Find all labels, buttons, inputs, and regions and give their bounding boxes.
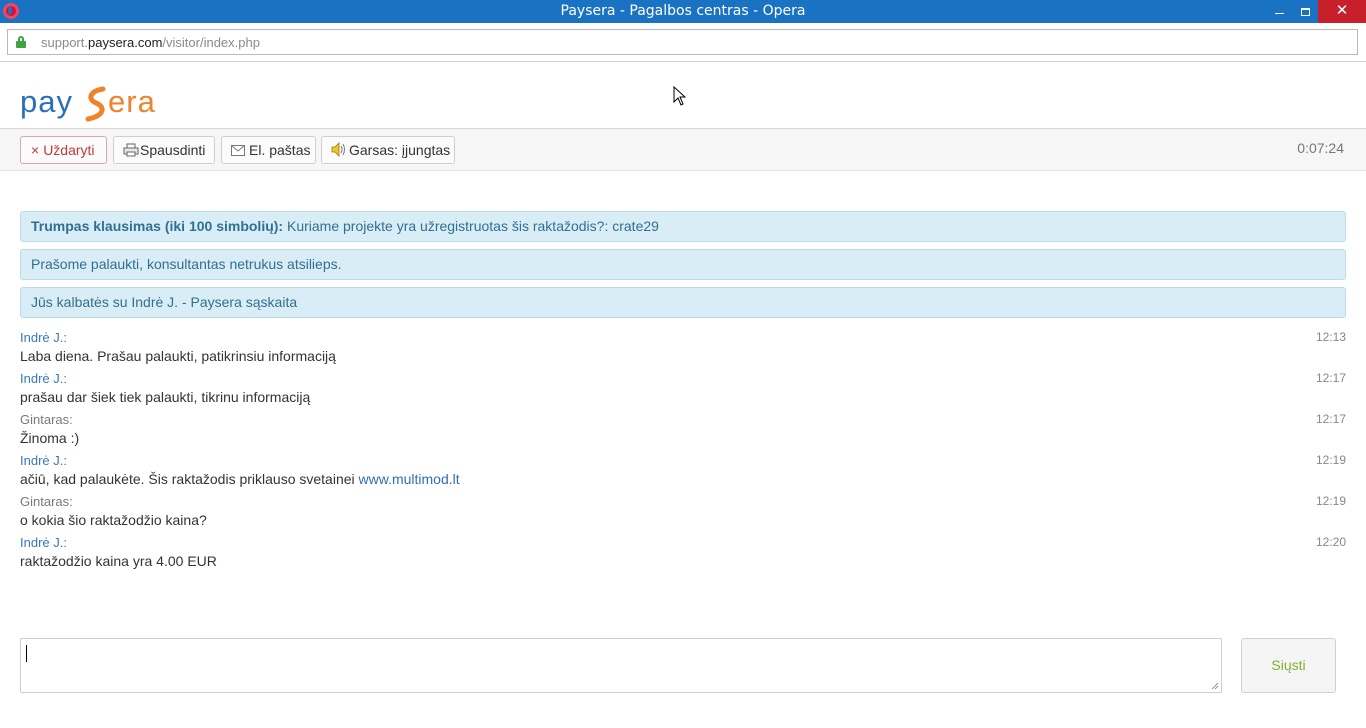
chat-message: Indrė J.: 12:20 raktažodžio kaina yra 4.… (20, 535, 1346, 575)
website-link[interactable]: www.multimod.lt (359, 471, 460, 487)
address-bar: support.paysera.com/visitor/index.php (0, 23, 1366, 62)
send-button[interactable]: Siųsti (1241, 638, 1336, 693)
window-titlebar: Paysera - Pagalbos centras - Opera ✕ (0, 0, 1366, 23)
chat-message: Indrė J.: 12:17 prašau dar šiek tiek pal… (20, 371, 1346, 411)
url-path: /visitor/index.php (162, 35, 260, 50)
question-info: Trumpas klausimas (iki 100 simbolių): Ku… (20, 211, 1346, 242)
url-prefix: support. (41, 35, 88, 50)
chat-message: Indrė J.: 12:13 Laba diena. Prašau palau… (20, 330, 1346, 370)
minimize-button[interactable] (1266, 0, 1292, 23)
text-caret (26, 645, 27, 662)
chat-message: Gintaras: 12:19 o kokia šio raktažodžio … (20, 494, 1346, 534)
message-author: Indrė J.: (20, 453, 67, 468)
lock-icon[interactable] (16, 36, 26, 48)
message-author: Gintaras: (20, 494, 73, 509)
connected-info: Jūs kalbatės su Indrė J. - Paysera sąska… (20, 287, 1346, 318)
url-domain: paysera.com (87, 35, 163, 50)
print-button[interactable]: Spausdinti (113, 136, 215, 164)
envelope-icon (231, 145, 245, 156)
window-close-button[interactable]: ✕ (1318, 0, 1366, 23)
question-label: Trumpas klausimas (iki 100 simbolių): (31, 218, 284, 234)
mouse-cursor-icon (673, 86, 687, 106)
email-label: El. paštas (249, 142, 311, 158)
message-text: Žinoma :) (20, 430, 80, 446)
message-time: 12:17 (1315, 412, 1346, 426)
resize-grip-icon[interactable] (1211, 682, 1219, 690)
chat-message: Indrė J.: 12:19 ačiū, kad palaukėte. Šis… (20, 453, 1346, 493)
close-chat-button[interactable]: × Uždaryti (20, 136, 107, 164)
printer-icon (123, 143, 139, 157)
close-chat-label: Uždaryti (43, 142, 95, 158)
message-text: ačiū, kad palaukėte. Šis raktažodis prik… (20, 471, 460, 487)
restore-button[interactable] (1292, 0, 1318, 23)
chat-timer: 0:07:24 (1297, 140, 1344, 156)
message-author: Gintaras: (20, 412, 73, 427)
message-text: o kokia šio raktažodžio kaina? (20, 512, 207, 528)
message-author: Indrė J.: (20, 330, 67, 345)
waiting-info: Prašome palaukti, konsultantas netrukus … (20, 249, 1346, 280)
print-label: Spausdinti (140, 142, 206, 158)
sound-label: Garsas: įjungtas (349, 142, 451, 158)
chat-message: Gintaras: 12:17 Žinoma :) (20, 412, 1346, 452)
svg-text:era: era (108, 85, 156, 119)
window-title: Paysera - Pagalbos centras - Opera (560, 3, 806, 19)
url-field[interactable]: support.paysera.com/visitor/index.php (7, 29, 1358, 55)
speaker-icon (331, 142, 345, 157)
svg-text:pay: pay (20, 85, 73, 119)
message-text-body: ačiū, kad palaukėte. Šis raktažodis prik… (20, 471, 359, 487)
message-author: Indrė J.: (20, 535, 67, 550)
paysera-logo[interactable]: pay era (20, 85, 172, 123)
close-icon: × (31, 142, 40, 158)
url-text[interactable]: support.paysera.com/visitor/index.php (41, 35, 260, 50)
message-text: raktažodžio kaina yra 4.00 EUR (20, 553, 217, 569)
restore-icon (1300, 7, 1310, 16)
minimize-icon (1274, 13, 1284, 15)
message-text: prašau dar šiek tiek palaukti, tikrinu i… (20, 389, 311, 405)
message-author: Indrė J.: (20, 371, 67, 386)
message-time: 12:19 (1315, 453, 1346, 467)
email-button[interactable]: El. paštas (221, 136, 316, 164)
message-text: Laba diena. Prašau palaukti, patikrinsiu… (20, 348, 336, 364)
message-time: 12:19 (1315, 494, 1346, 508)
message-time: 12:20 (1315, 535, 1346, 549)
sound-toggle-button[interactable]: Garsas: įjungtas (321, 136, 455, 164)
message-time: 12:17 (1315, 371, 1346, 385)
question-text: Kuriame projekte yra užregistruotas šis … (283, 218, 659, 234)
chat-toolbar: × Uždaryti Spausdinti El. paštas Garsas: … (0, 129, 1366, 171)
message-input[interactable] (20, 638, 1222, 693)
message-time: 12:13 (1315, 330, 1346, 344)
